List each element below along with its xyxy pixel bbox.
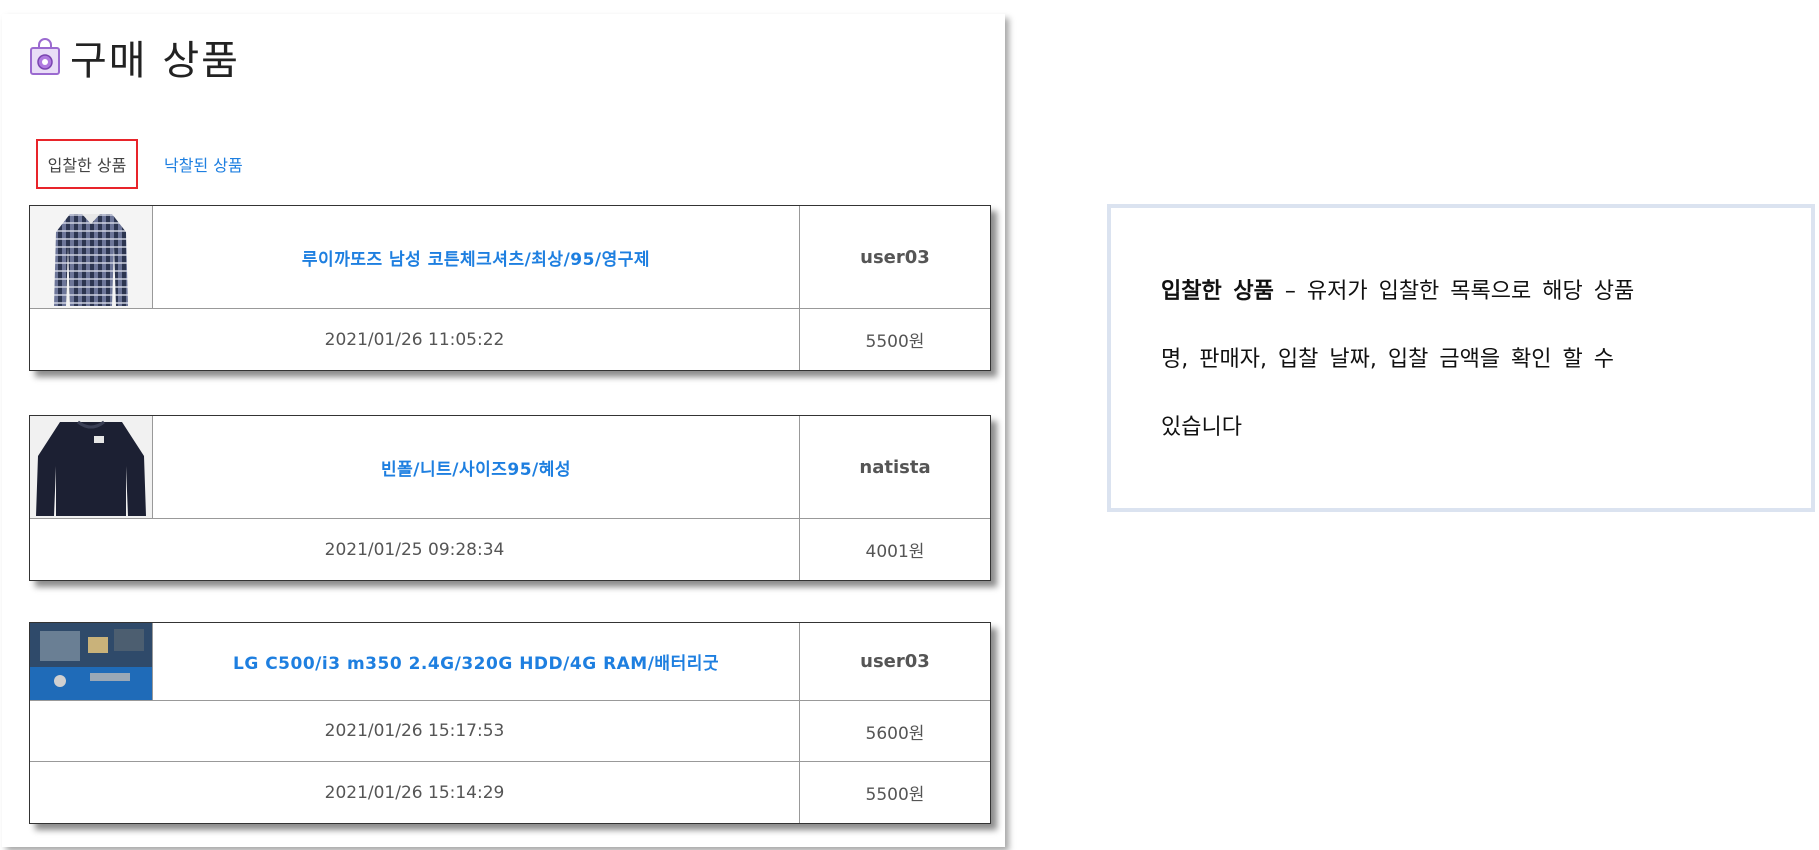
tab-bid-items[interactable]: 입찰한 상품 [36, 139, 138, 189]
bid-price: 5600원 [799, 701, 990, 761]
seller-id: natista [799, 416, 990, 518]
bid-row: 2021/01/26 11:05:22 5500원 [30, 309, 990, 370]
page-title-text: 구매 상품 [70, 38, 240, 84]
bid-date: 2021/01/26 11:05:22 [324, 329, 505, 350]
bid-date: 2021/01/26 15:17:53 [324, 721, 505, 741]
bid-row: 2021/01/26 15:14:29 5500원 [30, 762, 990, 823]
bid-row: 2021/01/25 09:28:34 4001원 [30, 519, 990, 580]
item-thumbnail[interactable] [30, 416, 153, 518]
item-thumbnail[interactable] [30, 623, 153, 700]
page-title: 구매 상품 [28, 32, 240, 84]
note-heading: 입찰한 상품 [1161, 279, 1274, 304]
bid-price: 5500원 [799, 762, 990, 823]
bid-item-card: 루이까또즈 남성 코튼체크셔츠/최상/95/영구제 user03 2021/01… [29, 205, 991, 371]
bid-price: 4001원 [799, 519, 990, 580]
item-header-row: LG C500/i3 m350 2.4G/320G HDD/4G RAM/배터리… [30, 623, 990, 701]
item-header-row: 루이까또즈 남성 코튼체크셔츠/최상/95/영구제 user03 [30, 206, 990, 309]
note-text-1: – 유저가 입찰한 목록으로 해당 상품 [1273, 279, 1635, 304]
item-thumbnail[interactable] [30, 206, 153, 308]
bid-price: 5500원 [799, 309, 990, 370]
seller-id: user03 [799, 623, 990, 700]
note-line-1: 입찰한 상품 – 유저가 입찰한 목록으로 해당 상품 [1161, 258, 1771, 326]
bid-item-card: 빈폴/니트/사이즈95/혜성 natista 2021/01/25 09:28:… [29, 415, 991, 581]
bid-date: 2021/01/26 15:14:29 [324, 782, 505, 803]
description-note: 입찰한 상품 – 유저가 입찰한 목록으로 해당 상품 명, 판매자, 입찰 날… [1107, 204, 1815, 512]
laptop-motherboard-image [30, 623, 152, 700]
seller-id: user03 [799, 206, 990, 308]
bid-item-card: LG C500/i3 m350 2.4G/320G HDD/4G RAM/배터리… [29, 622, 991, 824]
tab-bar: 입찰한 상품 낙찰된 상품 [36, 138, 257, 190]
item-header-row: 빈폴/니트/사이즈95/혜성 natista [30, 416, 990, 519]
item-name-link[interactable]: LG C500/i3 m350 2.4G/320G HDD/4G RAM/배터리… [153, 623, 799, 700]
bid-row: 2021/01/26 15:17:53 5600원 [30, 701, 990, 762]
note-line-3: 있습니다 [1161, 415, 1242, 440]
item-name-link[interactable]: 루이까또즈 남성 코튼체크셔츠/최상/95/영구제 [153, 206, 799, 308]
shopping-bag-icon [30, 38, 60, 75]
purchase-panel: 구매 상품 입찰한 상품 낙찰된 상품 루이까또즈 남성 코튼체크셔츠/최상/9… [2, 14, 1005, 847]
note-line-2: 명, 판매자, 입찰 날짜, 입찰 금액을 확인 할 수 [1161, 347, 1615, 372]
item-name-link[interactable]: 빈폴/니트/사이즈95/혜성 [153, 416, 799, 518]
bid-date: 2021/01/25 09:28:34 [324, 539, 505, 560]
navy-knit-sweater-image [30, 416, 152, 518]
checkered-shirt-image [30, 206, 152, 308]
tab-won-items[interactable]: 낙찰된 상품 [150, 139, 257, 189]
